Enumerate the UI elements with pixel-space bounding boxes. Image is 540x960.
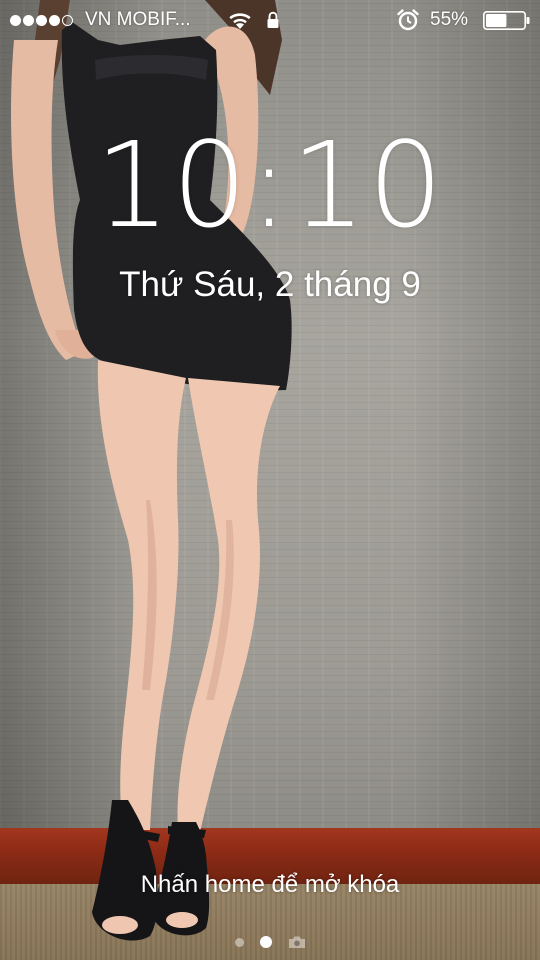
alarm-clock-icon	[397, 9, 419, 31]
carrier-name: VN MOBIF...	[85, 9, 191, 30]
lock-screen: VN MOBIF... 55% 10:10 Thứ Sáu, 2 tháng 9…	[0, 0, 540, 960]
page-indicator	[0, 934, 540, 950]
signal-dot-filled	[36, 14, 47, 26]
battery-fill	[486, 14, 507, 27]
padlock-icon	[267, 11, 279, 28]
battery-percentage: 55%	[430, 9, 469, 30]
signal-dot-filled	[10, 14, 21, 26]
wifi-icon	[229, 13, 251, 29]
unlock-hint: Nhấn home để mở khóa	[140, 871, 400, 898]
page-dot-active[interactable]	[259, 936, 272, 948]
signal-dot-empty	[62, 14, 73, 26]
lock-screen-date: Thứ Sáu, 2 tháng 9	[119, 265, 421, 304]
signal-dot-filled	[23, 14, 34, 26]
camera-icon[interactable]	[288, 935, 306, 949]
page-dot[interactable]	[234, 937, 244, 947]
status-bar: VN MOBIF... 55%	[0, 0, 540, 40]
battery-icon	[483, 11, 530, 30]
signal-strength	[10, 13, 73, 27]
signal-dot-filled	[49, 14, 60, 26]
lock-screen-clock: 10:10	[94, 116, 446, 254]
